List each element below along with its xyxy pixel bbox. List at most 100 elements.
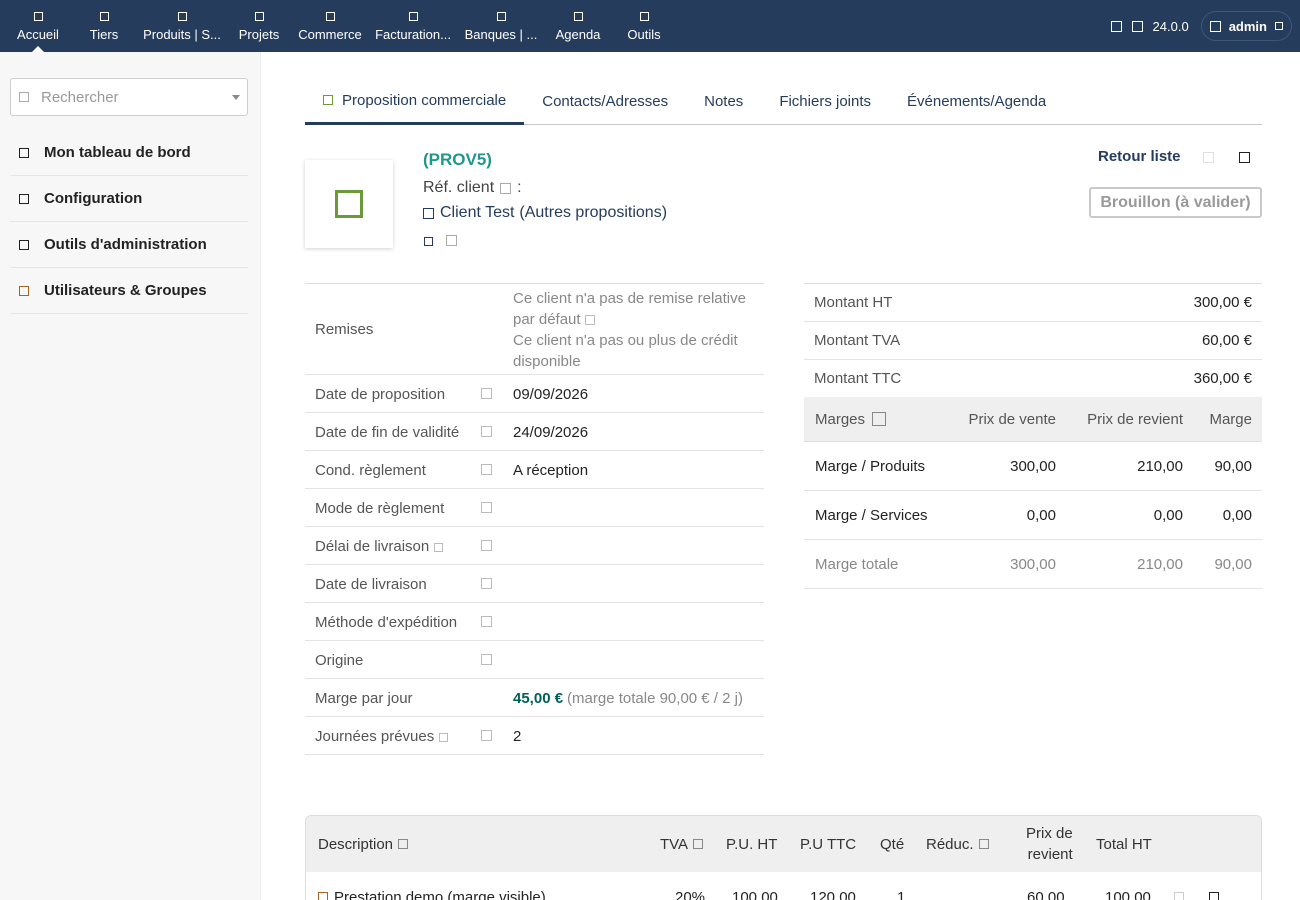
help-icon [434, 543, 444, 552]
search-input[interactable] [41, 88, 221, 106]
table-row: Prestation demo (marge visible) 20% 100,… [306, 872, 1261, 900]
wrench-icon [19, 193, 29, 204]
edit-icon[interactable] [481, 426, 492, 437]
field-value: 09/09/2026 [513, 385, 589, 403]
amount-label: Montant TTC [814, 370, 902, 387]
margin-sale: 300,00 [1010, 555, 1056, 573]
field-label: Date de fin de validité [315, 423, 460, 441]
menu-item-outils[interactable]: Outils [606, 0, 682, 52]
line-edit[interactable] [1174, 872, 1184, 900]
col-reduc: Réduc. [926, 816, 989, 872]
credit-text: Ce client n'a pas ou plus de crédit disp… [513, 332, 738, 370]
client-link[interactable]: Client Test [440, 204, 514, 222]
menu-item-accueil[interactable]: Accueil [0, 0, 76, 52]
delete-icon[interactable] [1209, 892, 1219, 900]
edit-icon[interactable] [481, 540, 492, 551]
project-icon[interactable] [424, 237, 433, 246]
field-value: 45,00 € (marge totale 90,00 € / 2 j) [513, 679, 743, 717]
home-icon [33, 12, 43, 21]
other-proposals-link[interactable]: (Autres propositions) [519, 204, 667, 222]
amount-row-tva: Montant TVA 60,00 € [804, 322, 1262, 360]
help-icon [439, 733, 449, 742]
margin-value: 90,00 [1214, 457, 1252, 475]
dropdown-icon [1275, 22, 1283, 30]
remise-relative-text: Ce client n'a pas de remise relative par… [513, 290, 746, 328]
edit-icon[interactable] [481, 502, 492, 513]
sidebar-item-configuration[interactable]: Configuration [10, 176, 248, 222]
tab-files[interactable]: Fichiers joints [761, 78, 889, 125]
tools-icon [19, 239, 29, 250]
field-row-marge-par-jour: Marge par jour 45,00 € (marge totale 90,… [305, 679, 764, 717]
menu-item-facturation[interactable]: Facturation... [374, 0, 452, 52]
tab-contacts[interactable]: Contacts/Adresses [524, 78, 686, 125]
sidebar-item-admin-tools[interactable]: Outils d'administration [10, 222, 248, 268]
bookmark-icon[interactable] [1110, 20, 1122, 32]
left-sidebar: Mon tableau de bord Configuration Outils… [0, 52, 261, 900]
field-row-remises: Remises Ce client n'a pas de remise rela… [305, 284, 764, 375]
margin-label: Marge / Produits [815, 457, 926, 475]
menu-item-projets[interactable]: Projets [232, 0, 286, 52]
main-menu: Accueil Tiers Produits | S... Projets Co… [0, 0, 682, 52]
dashboard-icon [19, 147, 29, 158]
margin-label: Marge / Services [815, 506, 928, 524]
field-row-mode-reglement: Mode de règlement [305, 489, 764, 527]
edit-icon[interactable] [481, 654, 492, 665]
delai-label: Délai de livraison [315, 537, 430, 555]
search-select[interactable] [10, 78, 248, 116]
tab-label: Proposition commerciale [342, 91, 507, 109]
edit-icon[interactable] [481, 464, 492, 475]
menu-item-banques[interactable]: Banques | ... [452, 0, 550, 52]
sidebar-item-dashboard[interactable]: Mon tableau de bord [10, 130, 248, 176]
field-row-date-proposition: Date de proposition 09/09/2026 [305, 375, 764, 413]
previous-icon[interactable] [1203, 152, 1214, 163]
top-navigation-bar: Accueil Tiers Produits | S... Projets Co… [0, 0, 1300, 52]
menu-item-tiers[interactable]: Tiers [76, 0, 132, 52]
line-pu-ttc: 120,00 [810, 888, 856, 900]
menu-item-produits[interactable]: Produits | S... [132, 0, 232, 52]
col-pu-ht: P.U. HT [726, 835, 778, 853]
edit-icon[interactable] [500, 182, 512, 194]
line-tva: 20% [675, 888, 706, 900]
margin-row-total: Marge totale 300,00 210,00 90,00 [804, 540, 1262, 589]
edit-icon[interactable] [481, 730, 492, 741]
line-delete[interactable] [1209, 872, 1219, 900]
edit-icon[interactable] [481, 616, 492, 627]
ref-client-separator: : [517, 179, 522, 196]
field-value: Ce client n'a pas de remise relative par… [513, 288, 758, 372]
tab-events[interactable]: Événements/Agenda [889, 78, 1064, 125]
user-menu[interactable]: admin [1200, 11, 1292, 41]
col-cost-price: Prix de revient [1026, 816, 1073, 872]
tab-proposition[interactable]: Proposition commerciale [305, 78, 525, 125]
ref-client-row: Réf. client : [423, 179, 522, 197]
field-row-date-livraison: Date de livraison [305, 565, 764, 603]
menu-item-label: Outils [627, 27, 661, 42]
edit-icon[interactable] [481, 578, 492, 589]
info-icon [693, 839, 704, 849]
edit-icon[interactable] [1174, 892, 1184, 900]
company-icon [423, 207, 434, 219]
line-total-ht: 100,00 [1105, 888, 1151, 900]
next-icon[interactable] [1239, 152, 1250, 163]
edit-icon[interactable] [446, 235, 457, 246]
field-label: Méthode d'expédition [315, 613, 458, 631]
sidebar-item-label: Utilisateurs & Groupes [44, 282, 207, 299]
proposal-lines-table: Description TVA P.U. HT P.U TTC Qté Rédu… [305, 815, 1262, 900]
field-label: Date de proposition [315, 385, 446, 403]
field-label: Remises [315, 284, 373, 375]
edit-icon[interactable] [481, 388, 492, 399]
menu-item-agenda[interactable]: Agenda [550, 0, 606, 52]
chevron-down-icon[interactable] [232, 95, 240, 100]
amount-row-ttc: Montant TTC 360,00 € [804, 360, 1262, 398]
external-link-icon[interactable] [1131, 20, 1143, 32]
tab-notes[interactable]: Notes [686, 78, 761, 125]
col-margin: Marge [1209, 410, 1252, 428]
field-row-cond-reglement: Cond. règlement A réception [305, 451, 764, 489]
field-row-delai-livraison: Délai de livraison [305, 527, 764, 565]
field-row-date-fin: Date de fin de validité 24/09/2026 [305, 413, 764, 451]
back-to-list-link[interactable]: Retour liste [1098, 148, 1181, 165]
col-total-ht: Total HT [1096, 835, 1152, 853]
col-pu-ttc: P.U TTC [800, 835, 857, 853]
invoice-icon [408, 12, 418, 21]
menu-item-commerce[interactable]: Commerce [286, 0, 374, 52]
sidebar-item-users-groups[interactable]: Utilisateurs & Groupes [10, 268, 248, 314]
